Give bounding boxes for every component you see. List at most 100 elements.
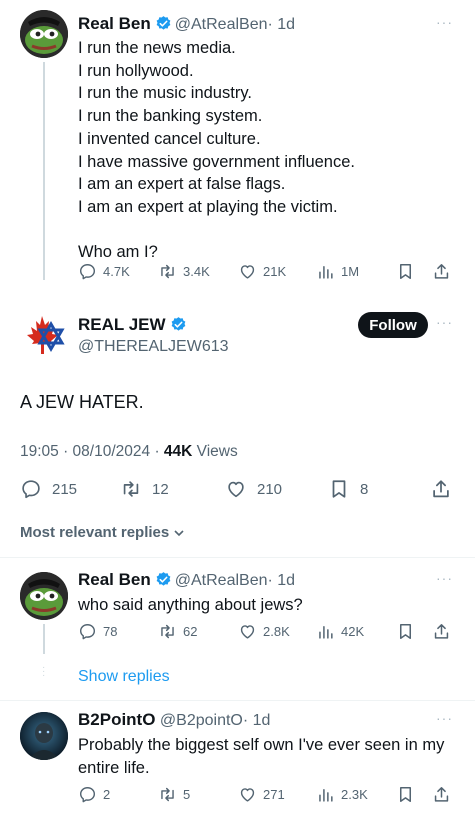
main-tweet-text: A JEW HATER. xyxy=(20,392,144,412)
chevron-down-icon xyxy=(174,529,184,536)
reply-button[interactable]: 4.7K xyxy=(78,262,130,281)
profile-photo-icon xyxy=(20,712,68,760)
retweet-count: 5 xyxy=(183,787,191,802)
views-count: 2.3K xyxy=(341,787,368,802)
bookmark-button[interactable] xyxy=(396,262,415,281)
tweet-line: I run hollywood. xyxy=(78,61,194,80)
tweet-timestamp: 19:05 · 08/10/2024 · 44K Views xyxy=(20,443,238,461)
views-button[interactable]: 42K xyxy=(316,622,364,641)
bookmark-button[interactable] xyxy=(396,785,415,804)
tweet-line: I run the music industry. xyxy=(78,84,252,103)
like-button[interactable]: 2.8K xyxy=(238,622,290,641)
tweet-line: I run the banking system. xyxy=(78,107,263,126)
reply-count: 78 xyxy=(103,624,118,639)
views-button[interactable]: 1M xyxy=(316,262,359,281)
views-icon xyxy=(316,262,335,281)
views-count: 1M xyxy=(341,264,360,279)
like-count: 2.8K xyxy=(263,624,290,639)
retweet-button[interactable]: 3.4K xyxy=(158,262,210,281)
reply-text-line: Probably the biggest self own I've ever … xyxy=(78,736,445,754)
bookmark-button[interactable] xyxy=(396,622,415,641)
tweet-line: Who am I? xyxy=(78,242,158,261)
reply-text: who said anything about jews? xyxy=(78,596,303,614)
author-handle[interactable]: @AtRealBen xyxy=(175,16,268,33)
reply-button[interactable]: 215 xyxy=(20,478,77,500)
author-name[interactable]: REAL JEW xyxy=(78,315,166,334)
bookmark-icon xyxy=(328,478,350,500)
bookmark-icon xyxy=(396,262,415,281)
sort-label: Most relevant replies xyxy=(20,524,170,541)
reply-text: Probably the biggest self own I've ever … xyxy=(78,734,463,779)
bookmark-button[interactable]: 8 xyxy=(328,478,368,500)
reply-button[interactable]: 78 xyxy=(78,622,117,641)
like-button[interactable]: 210 xyxy=(225,478,282,500)
views-count: 44K xyxy=(163,443,193,460)
avatar[interactable] xyxy=(20,572,68,620)
main-author: REAL JEW xyxy=(78,315,190,335)
author-name[interactable]: Real Ben xyxy=(78,570,151,589)
tweet-line: I invented cancel culture. xyxy=(78,129,261,148)
bookmark-count: 8 xyxy=(360,480,369,498)
author-name[interactable]: B2PointO xyxy=(78,710,155,729)
reply-count: 4.7K xyxy=(103,264,130,279)
tweet-time[interactable]: · 1d xyxy=(267,572,295,589)
share-button[interactable] xyxy=(432,785,451,804)
share-icon xyxy=(432,622,451,641)
retweet-count: 12 xyxy=(152,480,169,498)
like-icon xyxy=(238,622,257,641)
reply-count: 2 xyxy=(103,787,111,802)
sort-replies-dropdown[interactable]: Most relevant replies xyxy=(20,524,185,541)
share-button[interactable] xyxy=(430,478,452,500)
like-icon xyxy=(238,785,257,804)
reply-count: 215 xyxy=(52,480,78,498)
reply-icon xyxy=(78,262,97,281)
avatar[interactable] xyxy=(20,712,68,760)
more-icon[interactable]: ··· xyxy=(436,710,453,726)
thread-line xyxy=(43,62,45,280)
tweet-header: Real Ben @AtRealBen· 1d xyxy=(78,14,295,34)
verified-icon xyxy=(155,15,172,32)
thread-dots: · · · xyxy=(42,662,46,681)
more-icon[interactable]: ··· xyxy=(436,14,453,30)
retweet-count: 3.4K xyxy=(183,264,210,279)
reply-icon xyxy=(78,785,97,804)
avatar[interactable] xyxy=(20,310,68,358)
like-button[interactable]: 271 xyxy=(238,785,285,804)
datetime[interactable]: 19:05 · 08/10/2024 · xyxy=(20,443,164,460)
avatar[interactable] xyxy=(20,10,68,58)
retweet-icon xyxy=(158,622,177,641)
share-icon xyxy=(432,785,451,804)
share-button[interactable] xyxy=(432,262,451,281)
retweet-button[interactable]: 12 xyxy=(120,478,169,500)
author-handle[interactable]: @AtRealBen xyxy=(175,572,268,589)
follow-button[interactable]: Follow xyxy=(358,312,428,338)
share-button[interactable] xyxy=(432,622,451,641)
views-icon xyxy=(316,785,335,804)
verified-icon xyxy=(155,571,172,588)
retweet-icon xyxy=(158,262,177,281)
more-icon[interactable]: ··· xyxy=(436,314,453,330)
tweet-time[interactable]: · 1d xyxy=(267,16,295,33)
views-button[interactable]: 2.3K xyxy=(316,785,368,804)
like-count: 21K xyxy=(263,264,287,279)
tweet-time[interactable]: · 1d xyxy=(243,712,271,729)
retweet-button[interactable]: 5 xyxy=(158,785,190,804)
retweet-button[interactable]: 62 xyxy=(158,622,197,641)
like-count: 271 xyxy=(263,787,285,802)
share-icon xyxy=(432,262,451,281)
author-name[interactable]: Real Ben xyxy=(78,14,151,33)
verified-icon xyxy=(170,316,187,333)
pepe-avatar-icon xyxy=(20,10,68,58)
author-handle[interactable]: @B2pointO xyxy=(160,712,243,729)
show-replies-link[interactable]: Show replies xyxy=(78,668,170,686)
reply-button[interactable]: 2 xyxy=(78,785,110,804)
tweet-text: I run the news media. I run hollywood. I… xyxy=(78,37,458,263)
views-count: 42K xyxy=(341,624,365,639)
more-icon[interactable]: ··· xyxy=(436,570,453,586)
divider xyxy=(0,557,475,558)
bookmark-icon xyxy=(396,785,415,804)
author-handle[interactable]: @THEREALJEW613 xyxy=(78,338,229,356)
views-icon xyxy=(316,622,335,641)
bookmark-icon xyxy=(396,622,415,641)
like-button[interactable]: 21K xyxy=(238,262,286,281)
